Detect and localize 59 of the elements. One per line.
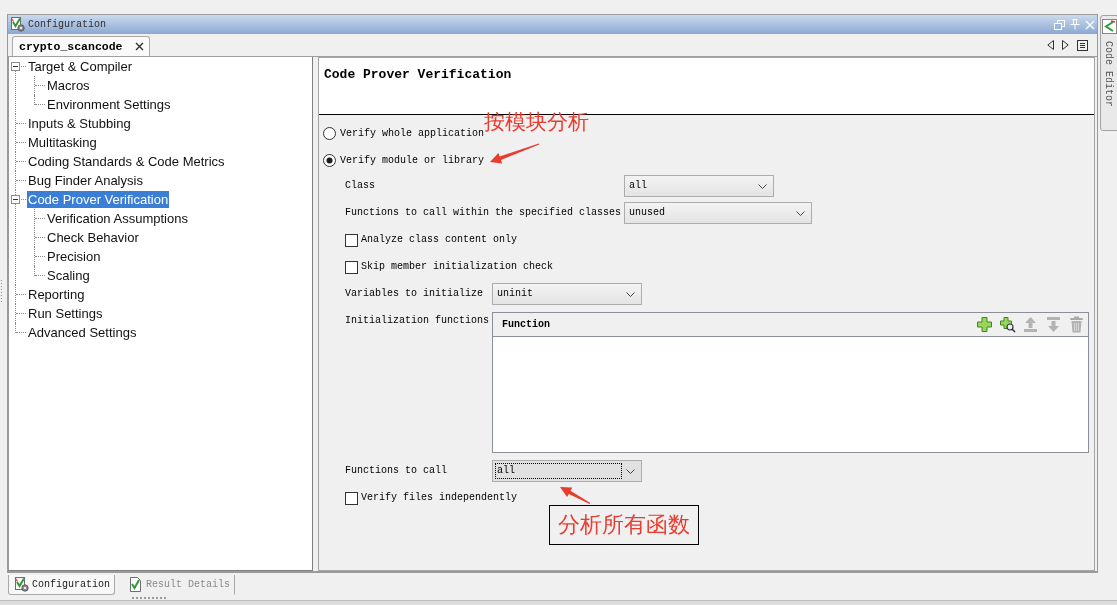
chevron-down-icon: [626, 291, 636, 297]
dropdown[interactable]: uninit: [492, 283, 643, 305]
checkbox[interactable]: [345, 491, 358, 505]
tree-item[interactable]: Inputs & Stubbing: [27, 115, 132, 132]
section-heading: Code Prover Verification: [324, 67, 512, 82]
callout-text: 分析所有函数: [549, 505, 700, 545]
tree-item[interactable]: Environment Settings: [46, 96, 172, 113]
list-icon[interactable]: [1077, 39, 1088, 51]
bottom-tab[interactable]: Configuration: [8, 575, 115, 595]
tree-item[interactable]: Multitasking: [27, 134, 98, 151]
radio-button[interactable]: [323, 154, 336, 167]
tree-item[interactable]: Verification Assumptions: [46, 210, 189, 227]
angle-bracket-icon: [1102, 19, 1117, 34]
field-label: Functions to call within the specified classes: [345, 206, 622, 220]
tree-item[interactable]: Bug Finder Analysis: [27, 172, 144, 189]
field-label: Class: [345, 179, 376, 193]
tree-item[interactable]: Check Behavior: [46, 229, 140, 246]
tree-item[interactable]: Precision: [46, 248, 102, 265]
tree-item[interactable]: Scaling: [46, 267, 91, 284]
field-label: Functions to call: [345, 464, 449, 478]
radio-button[interactable]: [323, 127, 336, 140]
editor-tab[interactable]: crypto_scancode: [12, 36, 150, 56]
check-document-icon: [128, 577, 143, 592]
tree-item[interactable]: Target & Compiler: [27, 58, 134, 75]
chevron-down-icon: [626, 468, 636, 474]
dropdown[interactable]: all: [624, 175, 775, 197]
checkmark-gear-icon: [14, 577, 29, 592]
chevron-down-icon: [796, 210, 806, 216]
callout-text: 按模块分析: [484, 109, 590, 134]
checkbox-label[interactable]: Analyze class content only: [361, 233, 518, 247]
tree-item[interactable]: Macros: [46, 77, 91, 94]
dropdown[interactable]: all: [492, 460, 643, 482]
field-label: Variables to initialize: [345, 287, 485, 301]
checkbox-label[interactable]: Skip member initialization check: [361, 260, 554, 274]
radio-label[interactable]: Verify whole application: [340, 126, 485, 141]
tree-item[interactable]: Code Prover Verification: [27, 191, 170, 208]
window-title: Configuration: [28, 19, 107, 30]
side-tab[interactable]: Code Editor: [1100, 15, 1117, 131]
tree-item[interactable]: Coding Standards & Code Metrics: [27, 153, 226, 170]
chevron-down-icon: [758, 183, 768, 189]
collapse-icon[interactable]: [11, 62, 20, 71]
checkbox[interactable]: [345, 260, 358, 274]
triangle-right-icon[interactable]: [1062, 40, 1069, 50]
tree-item[interactable]: Reporting: [27, 286, 86, 303]
close-icon[interactable]: [134, 42, 144, 51]
checkmark-gear-icon: [10, 17, 25, 32]
plus-icon[interactable]: [976, 316, 993, 333]
plus-magnifier-icon[interactable]: [999, 316, 1016, 333]
tree-item[interactable]: Run Settings: [27, 305, 104, 322]
grip-icon[interactable]: [0, 280, 3, 302]
radio-label[interactable]: Verify module or library: [340, 153, 485, 168]
triangle-left-icon[interactable]: [1047, 40, 1054, 50]
checkbox[interactable]: [345, 233, 358, 247]
checkbox-label[interactable]: Verify files independently: [361, 491, 518, 505]
tree-item[interactable]: Advanced Settings: [27, 324, 138, 341]
field-label: Initialization functions: [345, 314, 490, 328]
collapse-icon[interactable]: [11, 195, 20, 204]
column-header: Function: [502, 319, 551, 330]
dropdown[interactable]: unused: [624, 202, 813, 224]
